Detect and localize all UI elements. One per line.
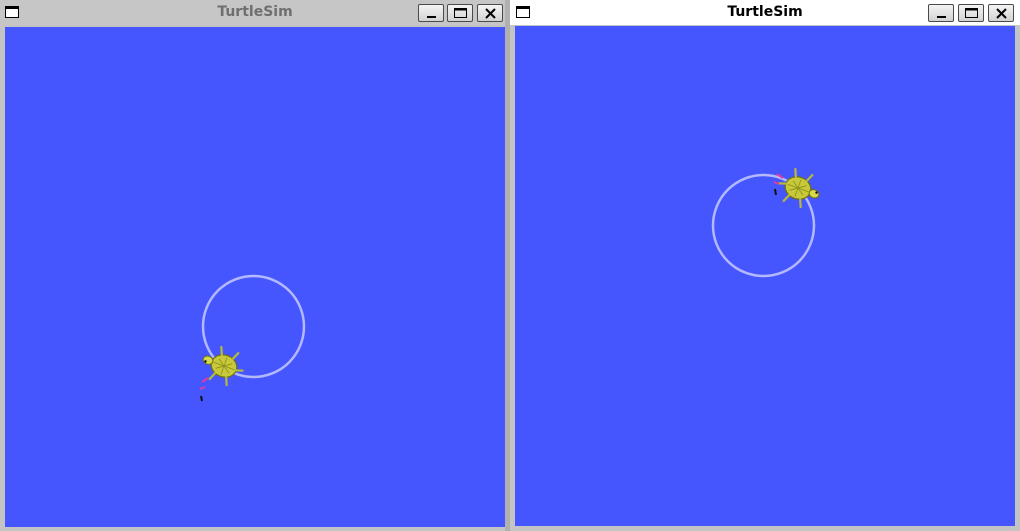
turtlesim-window-left: TurtleSim — [0, 0, 510, 531]
canvas-drawing — [199, 274, 306, 402]
close-icon — [996, 8, 1007, 19]
maximize-icon — [965, 8, 978, 18]
minimize-button[interactable] — [418, 4, 444, 22]
canvas-drawing — [711, 167, 820, 278]
close-button[interactable] — [477, 4, 503, 22]
turtle-icon — [778, 167, 820, 209]
minimize-icon — [937, 16, 946, 18]
close-icon — [485, 8, 496, 19]
maximize-button[interactable] — [447, 4, 473, 22]
minimize-icon — [427, 16, 436, 18]
close-button[interactable] — [988, 4, 1014, 22]
maximize-icon — [454, 8, 467, 18]
turtle-canvas — [5, 27, 505, 527]
titlebar[interactable]: TurtleSim — [510, 0, 1020, 25]
turtlesim-window-right: TurtleSim — [510, 0, 1020, 531]
titlebar[interactable]: TurtleSim — [0, 0, 510, 25]
turtle-canvas — [515, 26, 1015, 526]
minimize-button[interactable] — [928, 4, 954, 22]
turtle-icon — [202, 345, 244, 387]
maximize-button[interactable] — [958, 4, 984, 22]
